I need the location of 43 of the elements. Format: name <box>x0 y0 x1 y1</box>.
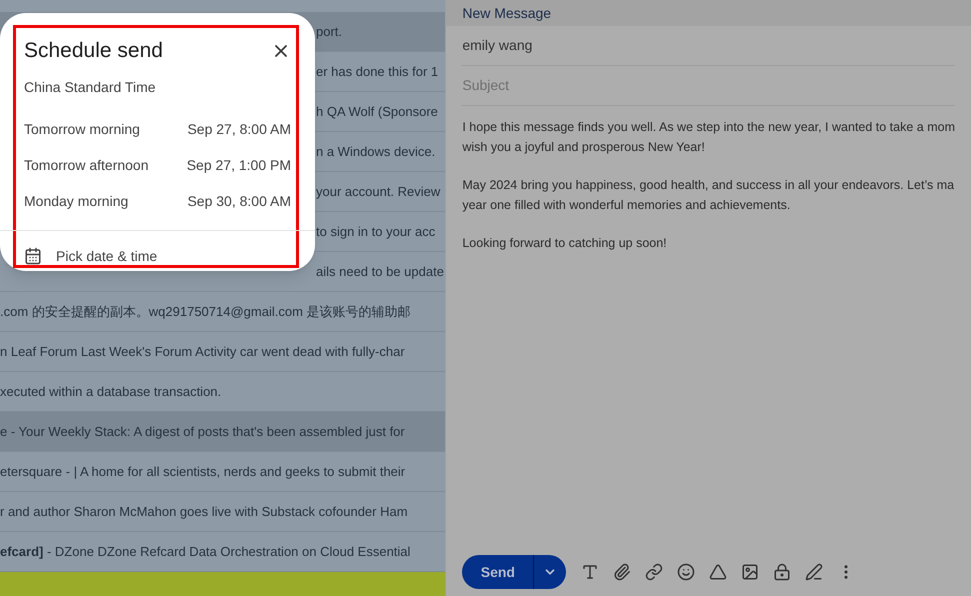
body-text: Looking forward to catching up soon! <box>462 235 668 252</box>
body-text: year one filled with wonderful memories and achievements. <box>462 196 792 214</box>
email-snippet: port. <box>316 22 342 41</box>
email-snippet: r and author Sharon McMahon goes live with Substack cofounder Ham <box>0 502 408 521</box>
schedule-option[interactable]: Tomorrow afternoon Sep 27, 1:00 PM <box>0 148 315 184</box>
option-time: Sep 27, 8:00 AM <box>187 120 291 139</box>
subject-field[interactable]: Subject <box>462 75 955 96</box>
email-snippet: er has done this for 1 <box>316 62 438 81</box>
option-label: Tomorrow morning <box>24 120 140 139</box>
option-label: Tomorrow afternoon <box>24 156 149 175</box>
smiley-icon[interactable] <box>677 563 696 581</box>
triangle-icon[interactable] <box>709 563 728 581</box>
email-snippet: efcard] - DZone DZone Refcard Data Orchestration on Cloud Essential <box>0 542 410 561</box>
email-snippet: to sign in to your acc <box>316 222 436 241</box>
email-snippet: e - Your Weekly Stack: A digest of posts that's been assembled just for <box>0 422 405 441</box>
option-time: Sep 30, 8:00 AM <box>187 192 291 211</box>
email-snippet: etersquare - | A home for all scientists, nerds and geeks to submit their <box>0 462 406 481</box>
schedule-option[interactable]: Tomorrow morning Sep 27, 8:00 AM <box>0 112 315 148</box>
body-text: May 2024 bring you happiness, good health, and success in all your endeavors. Let’s ma <box>462 177 955 194</box>
schedule-option[interactable]: Monday morning Sep 30, 8:00 AM <box>0 184 315 220</box>
email-snippet: n Leaf Forum Last Week's Forum Activity car went dead with fully-char <box>0 342 405 361</box>
dialog-title: Schedule send <box>24 38 163 64</box>
link-icon[interactable] <box>645 563 664 581</box>
email-snippet: n a Windows device. <box>316 142 436 161</box>
option-time: Sep 27, 1:00 PM <box>186 156 291 175</box>
compose-title: New Message <box>462 4 552 23</box>
pen-icon[interactable] <box>805 563 824 581</box>
email-snippet: h QA Wolf (Sponsore <box>316 102 438 121</box>
text-format-icon[interactable] <box>581 563 600 581</box>
body-text: I hope this message finds you well. As we step into the new year, I wanted to take a mom <box>462 119 955 136</box>
email-snippet: ails need to be update <box>316 262 444 281</box>
image-icon[interactable] <box>741 563 760 581</box>
email-snippet: your account. Review <box>316 182 440 201</box>
email-snippet: xecuted within a database transaction. <box>0 382 222 401</box>
option-label: Monday morning <box>24 192 128 211</box>
email-row[interactable]: e - Your Weekly Stack: A digest of posts that's been assembled just for <box>0 412 446 452</box>
recipient-field[interactable]: emily wang <box>462 35 532 56</box>
body-text: wish you a joyful and prosperous New Year! <box>462 138 706 156</box>
lock-icon[interactable] <box>773 563 792 581</box>
paperclip-icon[interactable] <box>613 563 632 581</box>
calendar-icon <box>24 247 42 265</box>
timezone-label: China Standard Time <box>23 78 157 96</box>
email-snippet: .com 的安全提醒的副本。wq291750714@gmail.com 是该账号的辅助邮 <box>0 302 411 321</box>
